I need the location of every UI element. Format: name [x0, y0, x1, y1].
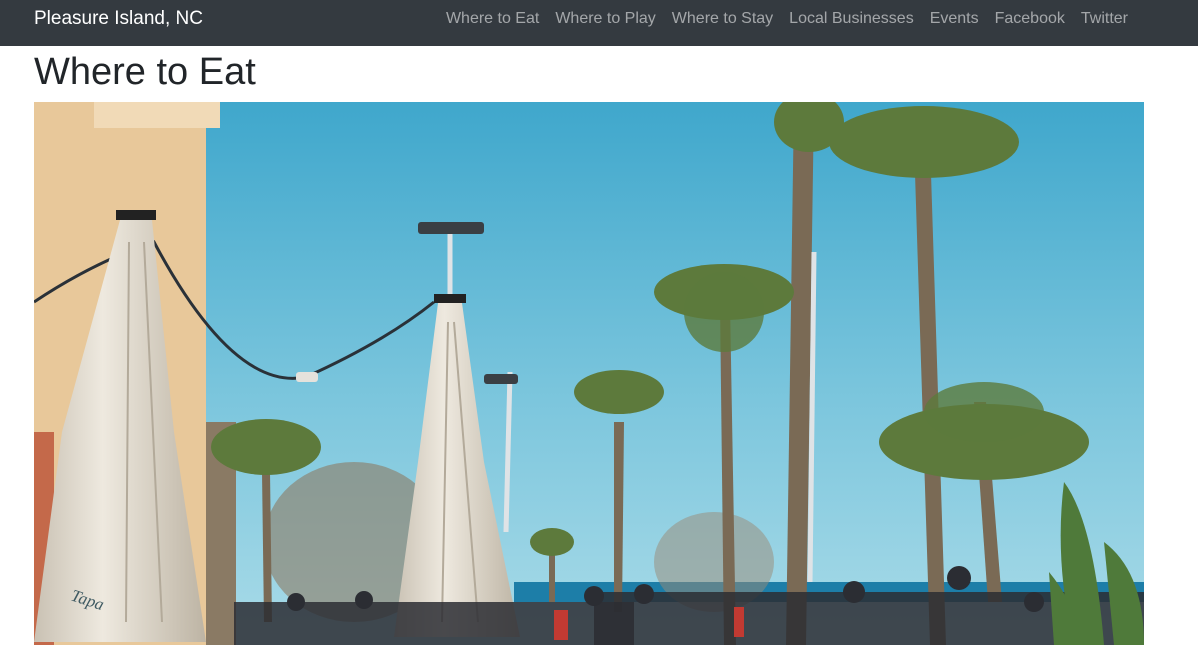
nav-link-where-to-stay[interactable]: Where to Stay: [664, 10, 781, 28]
nav-link-facebook[interactable]: Facebook: [987, 10, 1073, 28]
brand-link[interactable]: Pleasure Island, NC: [34, 8, 203, 30]
nav-link-twitter[interactable]: Twitter: [1073, 10, 1136, 28]
nav-link-events[interactable]: Events: [922, 10, 987, 28]
nav-link-where-to-eat[interactable]: Where to Eat: [438, 10, 547, 28]
nav-link-local-businesses[interactable]: Local Businesses: [781, 10, 922, 28]
nav-links: Where to Eat Where to Play Where to Stay…: [438, 10, 1136, 28]
top-navbar: Pleasure Island, NC Where to Eat Where t…: [0, 0, 1198, 46]
hero-photo-illustration: Tapa: [34, 102, 1144, 645]
hero-image: Tapa: [34, 102, 1144, 645]
building-cornice: [94, 102, 220, 128]
cable-clip: [296, 372, 318, 382]
nav-link-where-to-play[interactable]: Where to Play: [547, 10, 663, 28]
page-title: Where to Eat: [34, 51, 256, 93]
